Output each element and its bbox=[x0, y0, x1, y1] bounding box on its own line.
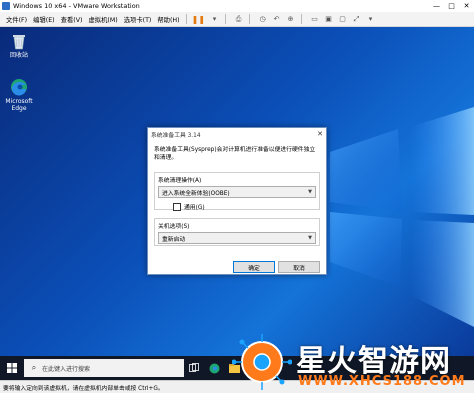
ok-button[interactable]: 确定 bbox=[233, 261, 275, 273]
watermark-logo-icon bbox=[232, 334, 292, 390]
shutdown-options-select[interactable]: 重新启动 ▼ bbox=[158, 232, 316, 244]
toolbar-separator bbox=[301, 14, 303, 24]
dialog-titlebar: 系统准备工具 3.14 ✕ bbox=[148, 128, 326, 140]
site-watermark: 星火智游网 WWW.XHCS188.COM bbox=[232, 332, 474, 392]
window-controls: — □ ✕ bbox=[429, 2, 474, 10]
menu-file[interactable]: 文件(F) bbox=[6, 15, 27, 24]
view-chevron-icon[interactable]: ▾ bbox=[366, 15, 375, 24]
vmware-app-icon bbox=[2, 2, 10, 10]
edge-icon bbox=[10, 78, 28, 96]
generalize-checkbox[interactable]: 通用(G) bbox=[173, 202, 319, 211]
snapshot-revert-icon[interactable]: ↶ bbox=[272, 15, 281, 24]
menu-help[interactable]: 帮助(H) bbox=[157, 15, 179, 24]
fullscreen-icon[interactable]: ▭ bbox=[310, 15, 319, 24]
send-keys-icon[interactable]: ⎙ bbox=[234, 15, 243, 24]
taskbar-search-box[interactable]: ⌕ 在此键入进行搜索 bbox=[24, 359, 184, 377]
maximize-button[interactable]: □ bbox=[444, 2, 459, 10]
dialog-close-icon[interactable]: ✕ bbox=[314, 130, 326, 138]
cleanup-group: 系统清理操作(A) 进入系统全新体验(OOBE) ▼ 通用(G) bbox=[154, 172, 320, 211]
desktop-icon-edge[interactable]: Microsoft Edge bbox=[2, 78, 36, 112]
statusbar-text: 要将输入定向到该虚拟机，请在虚拟机内部单击或按 Ctrl+G。 bbox=[3, 385, 164, 392]
search-placeholder: 在此键入进行搜索 bbox=[42, 365, 91, 373]
snapshot-manager-icon[interactable]: ⊕ bbox=[286, 15, 295, 24]
task-view-icon[interactable] bbox=[184, 356, 204, 380]
minimize-button[interactable]: — bbox=[429, 2, 444, 10]
chevron-down-icon[interactable]: ▾ bbox=[210, 15, 219, 24]
dialog-title: 系统准备工具 3.14 bbox=[151, 132, 201, 139]
generalize-label: 通用(G) bbox=[184, 205, 205, 211]
menu-tabs[interactable]: 选项卡(T) bbox=[124, 15, 152, 24]
menu-vm[interactable]: 虚拟机(M) bbox=[88, 15, 117, 24]
unity-icon[interactable]: ▣ bbox=[324, 15, 333, 24]
shutdown-options-value: 重新启动 bbox=[162, 236, 186, 243]
desktop-icon-recycle-bin[interactable]: 回收站 bbox=[2, 32, 36, 59]
cleanup-action-select[interactable]: 进入系统全新体验(OOBE) ▼ bbox=[158, 186, 316, 198]
vmware-menubar: 文件(F) 编辑(E) 查看(V) 虚拟机(M) 选项卡(T) 帮助(H) ❚❚… bbox=[0, 12, 474, 27]
close-button[interactable]: ✕ bbox=[459, 2, 474, 10]
cleanup-action-value: 进入系统全新体验(OOBE) bbox=[162, 190, 230, 197]
chevron-down-icon: ▼ bbox=[308, 189, 312, 195]
edge-taskbar-icon[interactable] bbox=[204, 356, 224, 380]
cleanup-label: 系统清理操作(A) bbox=[158, 178, 202, 184]
shutdown-label: 关机选项(S) bbox=[158, 224, 190, 230]
toolbar-separator bbox=[249, 14, 251, 24]
search-icon: ⌕ bbox=[31, 363, 37, 372]
desktop-icon-label: 回收站 bbox=[9, 52, 28, 59]
toolbar-separator bbox=[185, 14, 187, 24]
snapshot-icon[interactable]: ◷ bbox=[258, 15, 267, 24]
vmware-titlebar: Windows 10 x64 - VMware Workstation — □ … bbox=[0, 0, 474, 12]
recycle-bin-icon bbox=[10, 32, 28, 50]
pause-icon[interactable]: ❚❚ bbox=[192, 15, 205, 24]
sysprep-dialog: 系统准备工具 3.14 ✕ 系统准备工具(Sysprep)会对计算机进行准备以便… bbox=[147, 127, 327, 275]
console-icon[interactable]: ▢ bbox=[338, 15, 347, 24]
windows-logo-icon bbox=[7, 363, 17, 373]
menu-view[interactable]: 查看(V) bbox=[61, 15, 83, 24]
shutdown-group: 关机选项(S) 重新启动 ▼ bbox=[154, 218, 320, 246]
desktop-icon-label: Microsoft Edge bbox=[5, 98, 33, 112]
dialog-description: 系统准备工具(Sysprep)会对计算机进行准备以便进行硬件独立和清理。 bbox=[154, 147, 316, 161]
chevron-down-icon: ▼ bbox=[308, 235, 312, 241]
menu-edit[interactable]: 编辑(E) bbox=[33, 15, 55, 24]
start-button[interactable] bbox=[0, 356, 24, 380]
view-icon[interactable]: ⤢ bbox=[352, 15, 361, 24]
watermark-domain: WWW.XHCS188.COM bbox=[298, 374, 466, 389]
checkbox-box[interactable] bbox=[173, 202, 181, 211]
window-title: Windows 10 x64 - VMware Workstation bbox=[13, 2, 140, 10]
toolbar-separator bbox=[225, 14, 227, 24]
cancel-button[interactable]: 取消 bbox=[278, 261, 320, 273]
